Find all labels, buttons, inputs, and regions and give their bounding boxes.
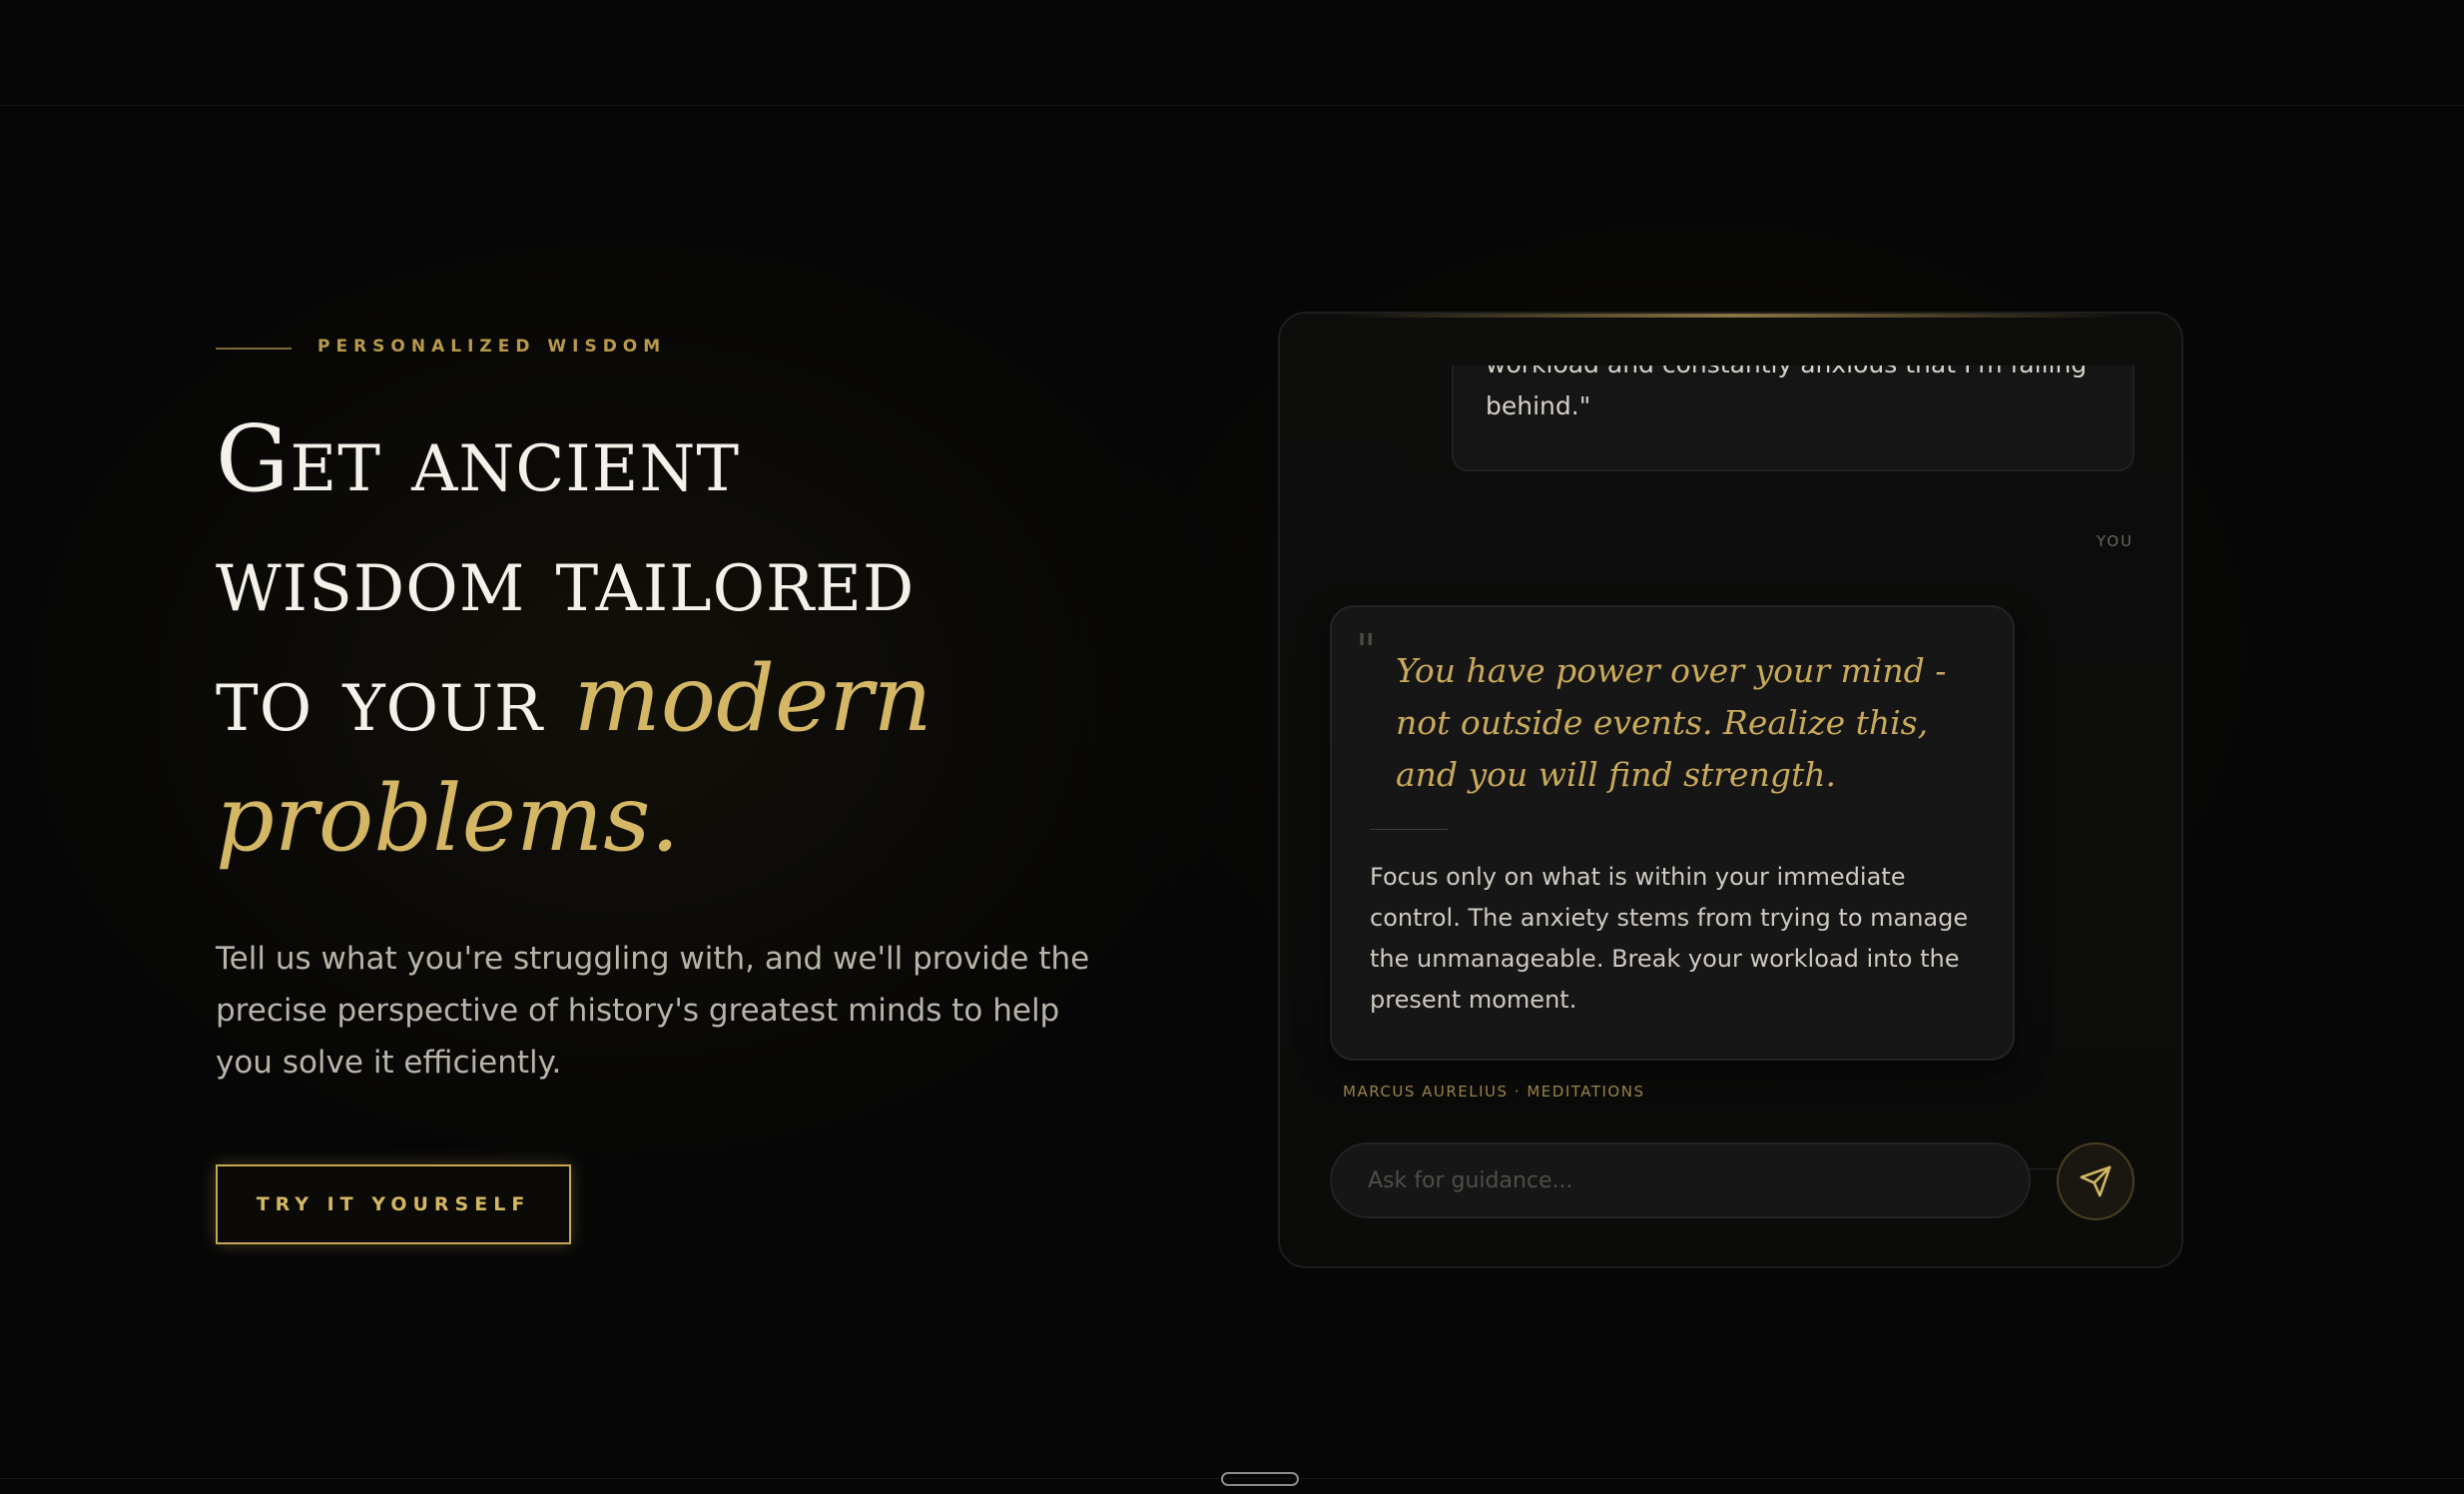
paper-plane-icon	[2080, 1165, 2112, 1197]
headline-line-1: Get ancient	[216, 405, 741, 512]
quote-mark-icon: "	[1356, 625, 1377, 676]
quote-divider	[1370, 829, 1448, 830]
user-message-bubble: workload and constantly anxious that I'm…	[1452, 366, 2135, 471]
user-message-text-partial: workload and constantly anxious that I'm…	[1486, 366, 2101, 385]
headline-accent-problems: problems.	[216, 765, 680, 872]
eyebrow-divider	[216, 348, 292, 350]
chat-messages[interactable]: workload and constantly anxious that I'm…	[1280, 366, 2181, 1264]
advice-text: Focus only on what is within your immedi…	[1370, 863, 1969, 1014]
try-it-yourself-button[interactable]: TRY IT YOURSELF	[216, 1164, 571, 1244]
user-message-text-end: behind."	[1486, 391, 1591, 420]
quote-source: MARCUS AURELIUS · MEDITATIONS	[1343, 1083, 1645, 1101]
eyebrow-label: PERSONALIZED WISDOM	[317, 337, 667, 357]
chat-preview-card: workload and constantly anxious that I'm…	[1278, 312, 2183, 1268]
hero-headline: Get ancient wisdom tailored to your mode…	[216, 399, 1194, 879]
send-button[interactable]	[2057, 1142, 2135, 1220]
user-message-label: YOU	[2096, 532, 2134, 550]
hero-subtext: Tell us what you're struggling with, and…	[216, 941, 1090, 1081]
headline-line-2: wisdom tailored	[216, 525, 916, 632]
top-navigation-bar	[0, 0, 2464, 106]
guidance-input[interactable]	[1330, 1142, 2031, 1218]
headline-line-3: to your	[216, 645, 574, 752]
headline-accent-modern: modern	[573, 645, 932, 752]
stoic-quote: You have power over your mind - not outs…	[1396, 651, 1947, 794]
scroll-indicator[interactable]	[1221, 1472, 1299, 1486]
ai-response-bubble: " You have power over your mind - not ou…	[1330, 605, 2015, 1061]
card-top-glow	[1340, 314, 2126, 318]
